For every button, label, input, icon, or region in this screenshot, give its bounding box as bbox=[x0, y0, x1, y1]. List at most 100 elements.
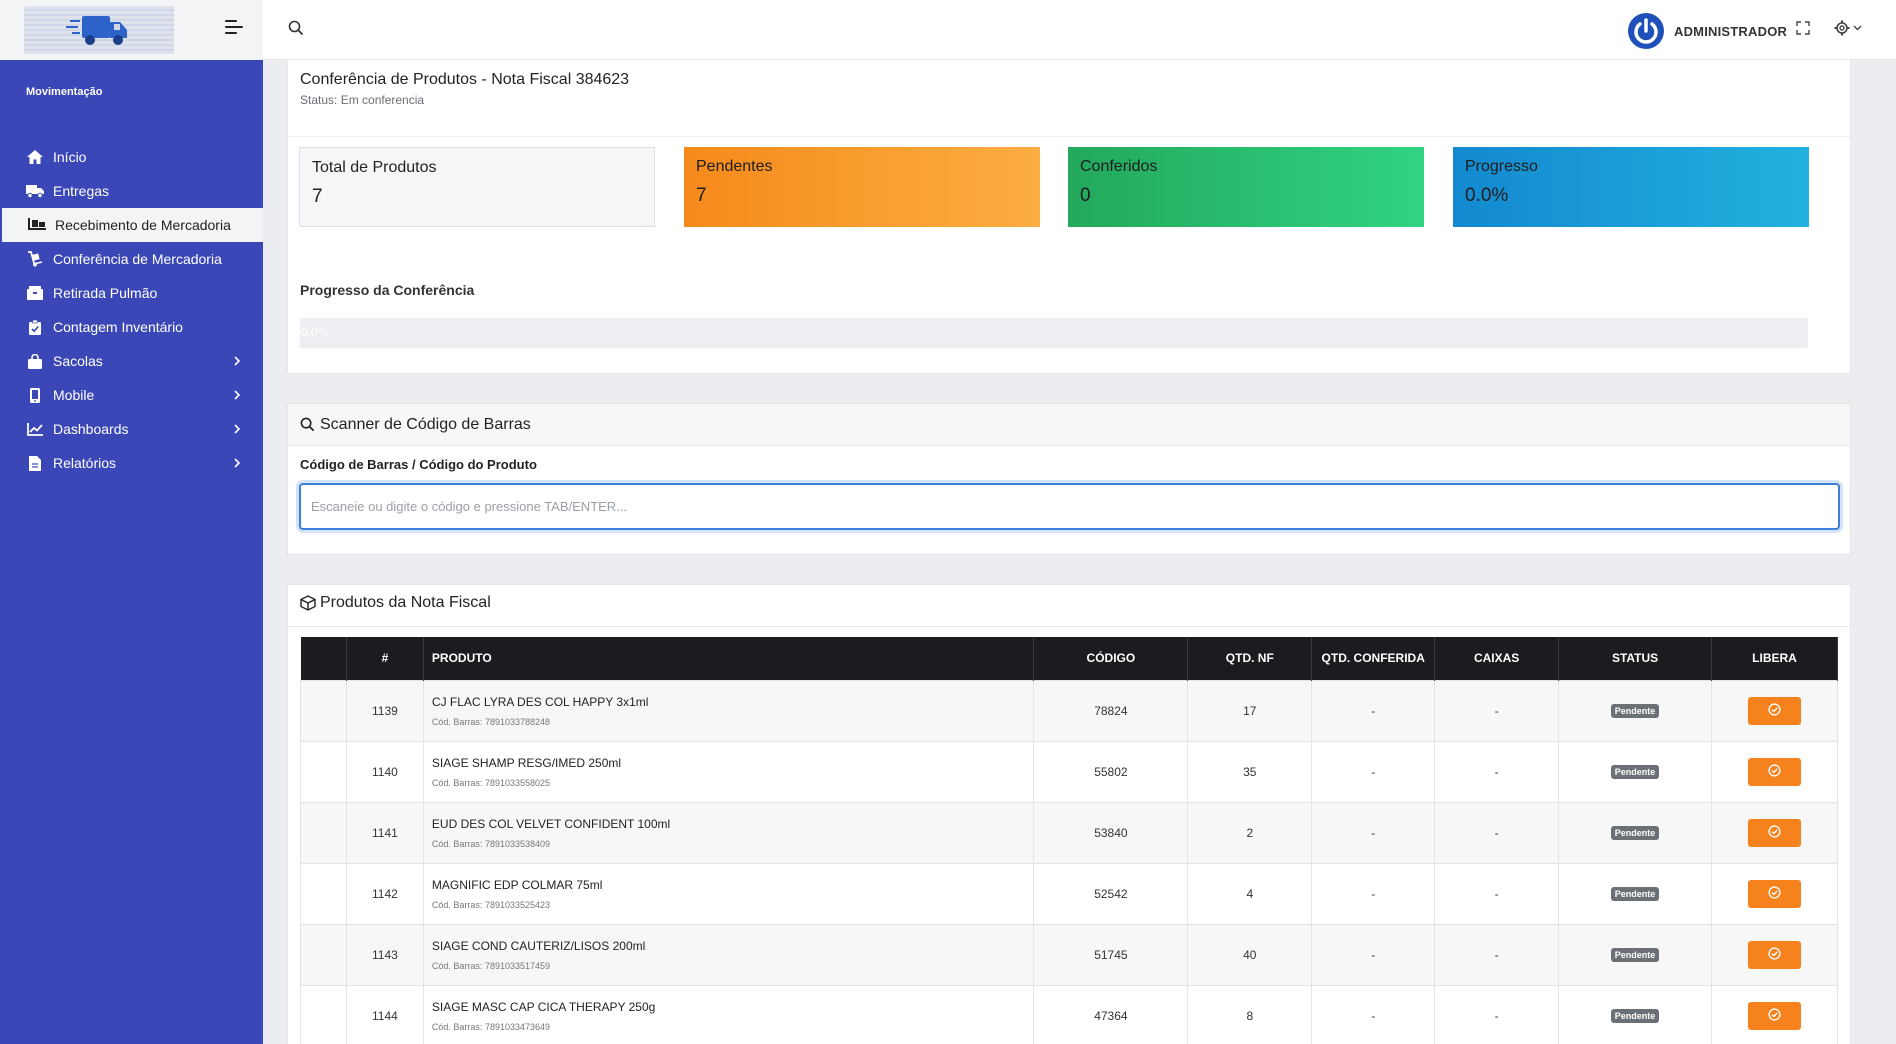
column-header[interactable]: QTD. CONFERIDA bbox=[1311, 637, 1436, 680]
product-cell: SIAGE COND CAUTERIZ/LISOS 200ml Cód. Barr… bbox=[422, 923, 1035, 986]
qty-nf: 2 bbox=[1187, 801, 1313, 864]
sidebar-item-mobile[interactable]: Mobile bbox=[0, 378, 263, 412]
barcode-value: 7891033538409 bbox=[484, 838, 551, 849]
sidebar-item-retirada[interactable]: Retirada Pulmão bbox=[0, 276, 263, 310]
product-code: 52542 bbox=[1033, 862, 1189, 925]
column-header[interactable]: PRODUTO bbox=[423, 637, 1035, 680]
sidebar-item-conferencia[interactable]: Conferência de Mercadoria bbox=[0, 242, 263, 276]
row-spacer-cell bbox=[300, 862, 347, 925]
stat-progress: Progresso 0.0% bbox=[1453, 147, 1809, 227]
hamburger-line bbox=[225, 32, 237, 34]
stat-pending: Pendentes 7 bbox=[684, 147, 1040, 227]
stat-label: Conferidos bbox=[1080, 158, 1158, 175]
table-row: 1139 CJ FLAC LYRA DES COL HAPPY 3x1ml Cód.… bbox=[300, 679, 1838, 742]
status-cell: Pendente bbox=[1558, 740, 1712, 803]
chevron-right-icon bbox=[234, 458, 241, 468]
row-id: 1139 bbox=[345, 679, 424, 742]
progress-bar-text: 0.0% bbox=[301, 325, 329, 339]
column-header[interactable]: CAIXAS bbox=[1434, 637, 1560, 680]
status-cell: Pendente bbox=[1558, 923, 1712, 986]
avatar bbox=[1628, 13, 1664, 49]
check-circle-icon bbox=[1768, 1007, 1781, 1021]
barcode-prefix: Cód. Barras: bbox=[431, 777, 483, 788]
sidebar-item-contagem[interactable]: Contagem Inventário bbox=[0, 310, 263, 344]
stat-checked: Conferidos 0 bbox=[1068, 147, 1424, 227]
release-button[interactable] bbox=[1748, 757, 1801, 786]
column-header[interactable]: # bbox=[346, 637, 424, 680]
chevron-right-icon bbox=[234, 424, 241, 434]
row-id: 1143 bbox=[345, 923, 424, 986]
check-circle-icon bbox=[1768, 824, 1781, 838]
progress-label: Progresso da Conferência bbox=[300, 282, 475, 298]
stat-value: 0.0% bbox=[1465, 185, 1509, 206]
column-header[interactable]: QTD. NF bbox=[1187, 637, 1313, 680]
user-menu[interactable]: ADMINISTRADOR bbox=[1628, 13, 1787, 49]
menu-toggle-button[interactable] bbox=[225, 20, 245, 38]
barcode-value: 7891033525423 bbox=[484, 899, 551, 910]
qty-checked: - bbox=[1311, 862, 1436, 925]
barcode-prefix: Cód. Barras: bbox=[431, 899, 483, 910]
shopping-bag-icon bbox=[26, 353, 44, 369]
status-badge: Pendente bbox=[1610, 765, 1660, 779]
release-button[interactable] bbox=[1748, 879, 1801, 908]
product-name: EUD DES COL VELVET CONFIDENT 100ml bbox=[431, 816, 671, 831]
release-button[interactable] bbox=[1748, 940, 1801, 969]
product-barcode: Cód. Barras: 7891033525423 bbox=[432, 900, 1034, 910]
sidebar-item-relatorios[interactable]: Relatórios bbox=[0, 446, 263, 480]
barcode-prefix: Cód. Barras: bbox=[431, 960, 483, 971]
scanner-header: Scanner de Código de Barras bbox=[288, 404, 1850, 446]
sidebar-item-sacolas[interactable]: Sacolas bbox=[0, 344, 263, 378]
release-cell bbox=[1711, 740, 1838, 803]
table-row: 1143 SIAGE COND CAUTERIZ/LISOS 200ml Cód. … bbox=[300, 923, 1838, 986]
qty-checked: - bbox=[1311, 740, 1436, 803]
sidebar-item-dashboards[interactable]: Dashboards bbox=[0, 412, 263, 446]
release-button[interactable] bbox=[1748, 696, 1801, 725]
hamburger-line bbox=[225, 26, 243, 28]
release-button[interactable] bbox=[1748, 1001, 1801, 1030]
home-icon bbox=[26, 149, 44, 165]
check-circle-icon bbox=[1768, 885, 1781, 899]
scanner-title: Scanner de Código de Barras bbox=[320, 416, 531, 433]
table-header-row: # PRODUTO CÓDIGO QTD. NF QTD. CONFERIDA … bbox=[300, 637, 1838, 680]
row-id: 1141 bbox=[345, 801, 424, 864]
product-barcode: Cód. Barras: 7891033473649 bbox=[432, 1022, 1034, 1032]
chart-line-icon bbox=[26, 421, 44, 437]
status-badge: Pendente bbox=[1610, 1009, 1660, 1023]
sidebar-item-recebimento[interactable]: Recebimento de Mercadoria bbox=[2, 208, 263, 242]
settings-gear-icon[interactable] bbox=[1834, 20, 1864, 41]
sidebar-item-label: Entregas bbox=[53, 183, 110, 199]
product-barcode: Cód. Barras: 7891033558025 bbox=[432, 778, 1034, 788]
barcode-input[interactable] bbox=[299, 483, 1840, 530]
progress-bar: 0.0% bbox=[300, 318, 1808, 348]
sidebar-item-inicio[interactable]: Início bbox=[0, 140, 263, 174]
top-bar: ADMINISTRADOR bbox=[0, 0, 1896, 60]
sidebar-item-label: Retirada Pulmão bbox=[53, 285, 158, 301]
barcode-field-label: Código de Barras / Código do Produto bbox=[300, 457, 537, 472]
search-icon bbox=[300, 417, 315, 432]
fullscreen-icon[interactable] bbox=[1796, 21, 1810, 40]
sidebar-item-entregas[interactable]: Entregas bbox=[0, 174, 263, 208]
sidebar-item-label: Contagem Inventário bbox=[53, 319, 183, 335]
chevron-right-icon bbox=[234, 390, 241, 400]
file-icon bbox=[26, 455, 44, 471]
user-name: ADMINISTRADOR bbox=[1674, 23, 1788, 39]
invoice-products-card: Produtos da Nota Fiscal # PRODUTO CÓDIGO… bbox=[287, 584, 1851, 1044]
product-code: 55802 bbox=[1033, 740, 1189, 803]
release-button[interactable] bbox=[1748, 818, 1801, 847]
truck-icon bbox=[26, 183, 44, 199]
company-logo[interactable] bbox=[24, 6, 174, 54]
column-header bbox=[300, 637, 347, 680]
search-icon[interactable] bbox=[288, 20, 304, 41]
barcode-value: 7891033473649 bbox=[484, 1021, 551, 1032]
power-icon bbox=[1634, 18, 1658, 44]
row-spacer-cell bbox=[300, 679, 347, 742]
barcode-value: 7891033558025 bbox=[484, 777, 551, 788]
column-header[interactable]: STATUS bbox=[1558, 637, 1712, 680]
barcode-scanner-card: Scanner de Código de Barras Código de Ba… bbox=[287, 403, 1851, 555]
column-header[interactable]: CÓDIGO bbox=[1033, 637, 1189, 680]
row-spacer-cell bbox=[300, 801, 347, 864]
qty-checked: - bbox=[1311, 679, 1436, 742]
table-row: 1144 SIAGE MASC CAP CICA THERAPY 250g Cód.… bbox=[300, 984, 1838, 1044]
release-cell bbox=[1711, 862, 1838, 925]
boxes: - bbox=[1434, 801, 1560, 864]
